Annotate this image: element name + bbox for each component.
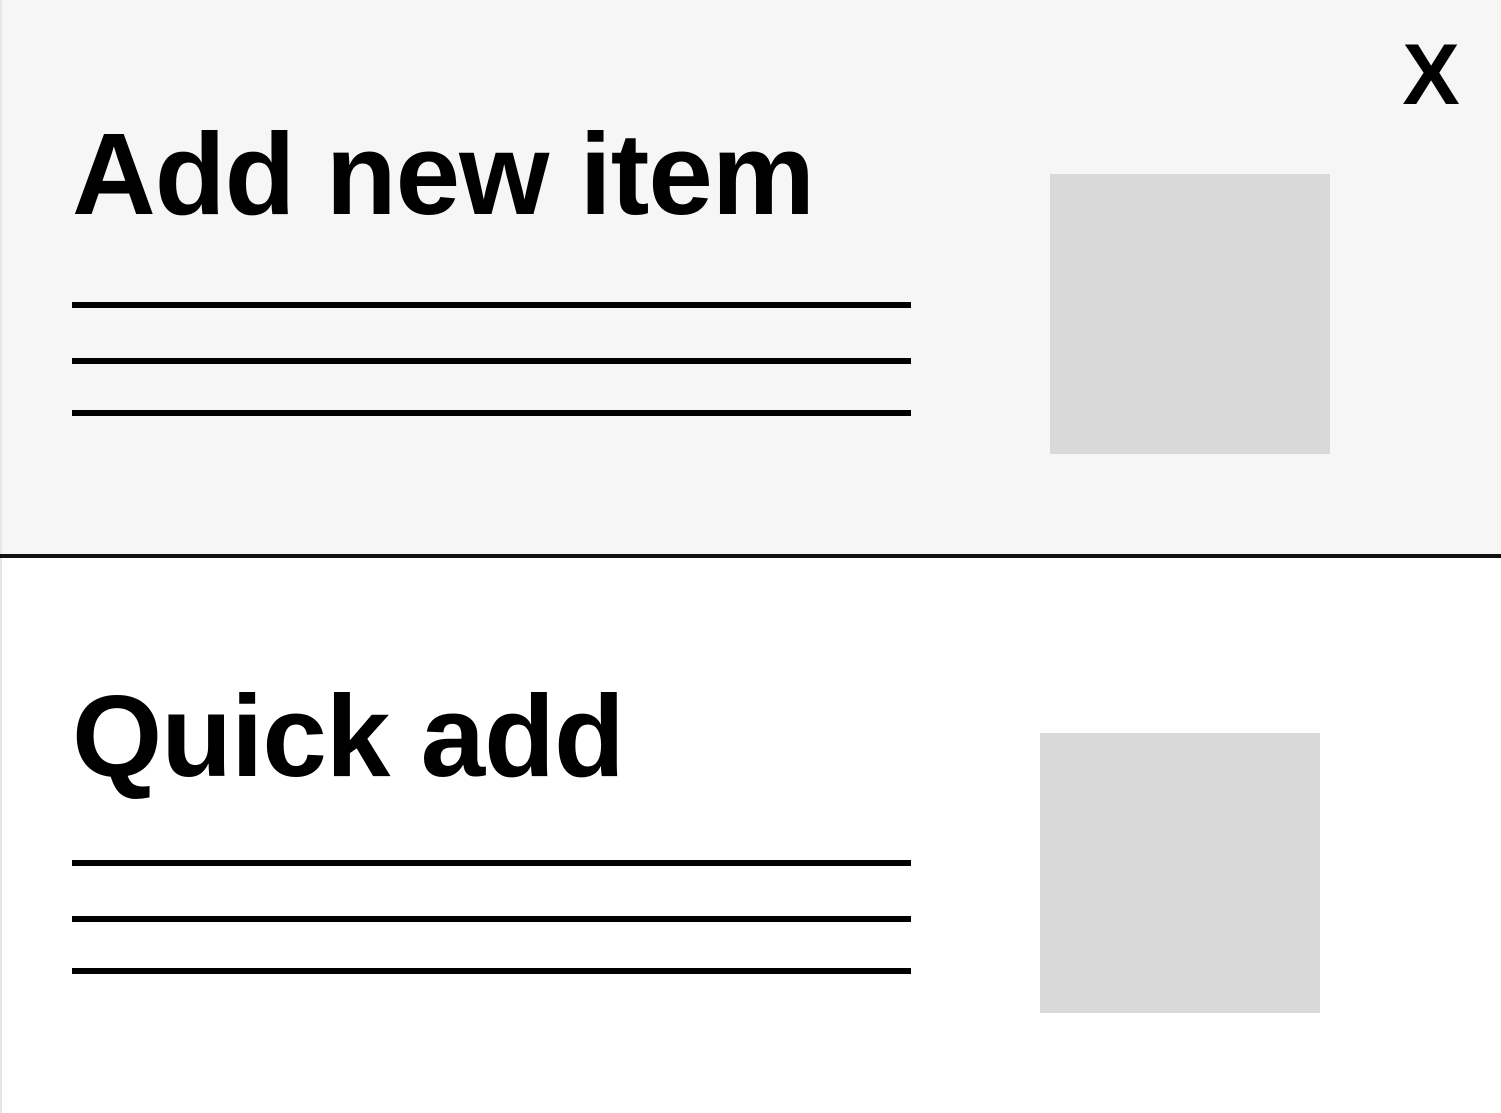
text-line-placeholder xyxy=(72,358,911,364)
quick-add-title: Quick add xyxy=(72,671,625,801)
image-placeholder xyxy=(1040,733,1320,1013)
text-line-placeholder xyxy=(72,968,911,974)
close-button[interactable]: X xyxy=(1398,30,1464,120)
text-line-placeholder xyxy=(72,302,911,308)
add-new-item-panel[interactable]: X Add new item xyxy=(0,0,1501,555)
quick-add-panel[interactable]: Quick add xyxy=(0,558,1501,1113)
text-line-placeholder xyxy=(72,410,911,416)
add-new-item-title: Add new item xyxy=(72,109,815,239)
text-line-placeholder xyxy=(72,916,911,922)
image-placeholder xyxy=(1050,174,1330,454)
text-line-placeholder xyxy=(72,860,911,866)
